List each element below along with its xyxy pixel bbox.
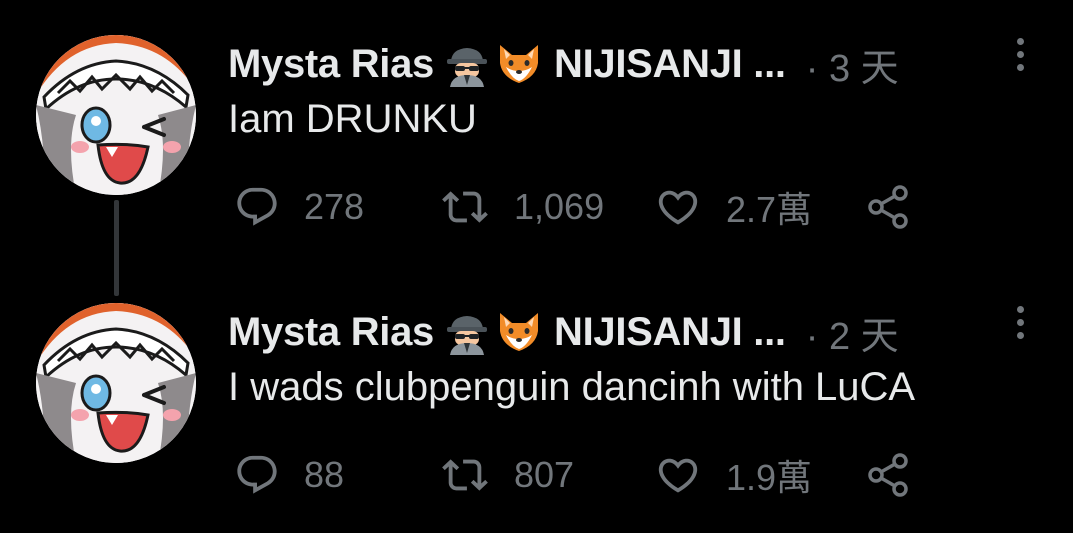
reply-count: 88 (304, 454, 345, 495)
retweet-icon (442, 191, 488, 223)
avatar[interactable] (36, 35, 196, 195)
tweet[interactable]: Mysta Rias NI (0, 0, 1073, 265)
retweet-count: 807 (514, 454, 575, 495)
reply-button[interactable]: 278 (234, 180, 364, 234)
like-button[interactable]: 2.7萬 (654, 180, 812, 234)
retweet-button[interactable]: 807 (440, 448, 574, 502)
display-name[interactable]: Mysta Rias (228, 42, 434, 87)
org-name: NIJISANJI ... (554, 41, 786, 86)
like-icon (658, 458, 698, 493)
tweet-actions: 278 1,069 2.7萬 (228, 180, 928, 234)
tweet-header: Mysta Rias NI (228, 304, 899, 360)
more-options-icon[interactable] (1008, 306, 1032, 346)
retweet-button[interactable]: 1,069 (440, 180, 604, 234)
tweet-timestamp[interactable]: · 3 天 (806, 37, 899, 92)
share-button[interactable] (864, 180, 912, 234)
like-icon (658, 190, 698, 225)
share-button[interactable] (864, 448, 912, 502)
retweet-count: 1,069 (514, 186, 605, 227)
share-icon (868, 453, 908, 497)
tweet-text: Iam DRUNKU (228, 97, 477, 141)
more-options-icon[interactable] (1008, 38, 1032, 78)
tweet-actions: 88 807 1.9萬 (228, 448, 928, 502)
org-name: NIJISANJI ... (554, 309, 786, 354)
avatar[interactable] (36, 303, 196, 463)
like-count: 1.9萬 (726, 457, 813, 498)
like-button[interactable]: 1.9萬 (654, 448, 812, 502)
tweet[interactable]: Mysta Rias NI (0, 268, 1073, 533)
reply-button[interactable]: 88 (234, 448, 344, 502)
reply-count: 278 (304, 186, 365, 227)
reply-icon (237, 187, 277, 226)
fox-emoji-icon (496, 41, 542, 87)
retweet-icon (442, 459, 488, 491)
display-name[interactable]: Mysta Rias (228, 310, 434, 355)
share-icon (868, 185, 908, 229)
spy-emoji-icon (444, 41, 490, 87)
reply-icon (237, 455, 277, 494)
fox-emoji-icon (496, 309, 542, 355)
like-count: 2.7萬 (726, 189, 813, 230)
tweet-header: Mysta Rias NI (228, 36, 899, 92)
tweet-text: I wads clubpenguin dancinh with LuCA (228, 365, 916, 409)
tweet-timestamp[interactable]: · 2 天 (806, 305, 899, 360)
spy-emoji-icon (444, 309, 490, 355)
